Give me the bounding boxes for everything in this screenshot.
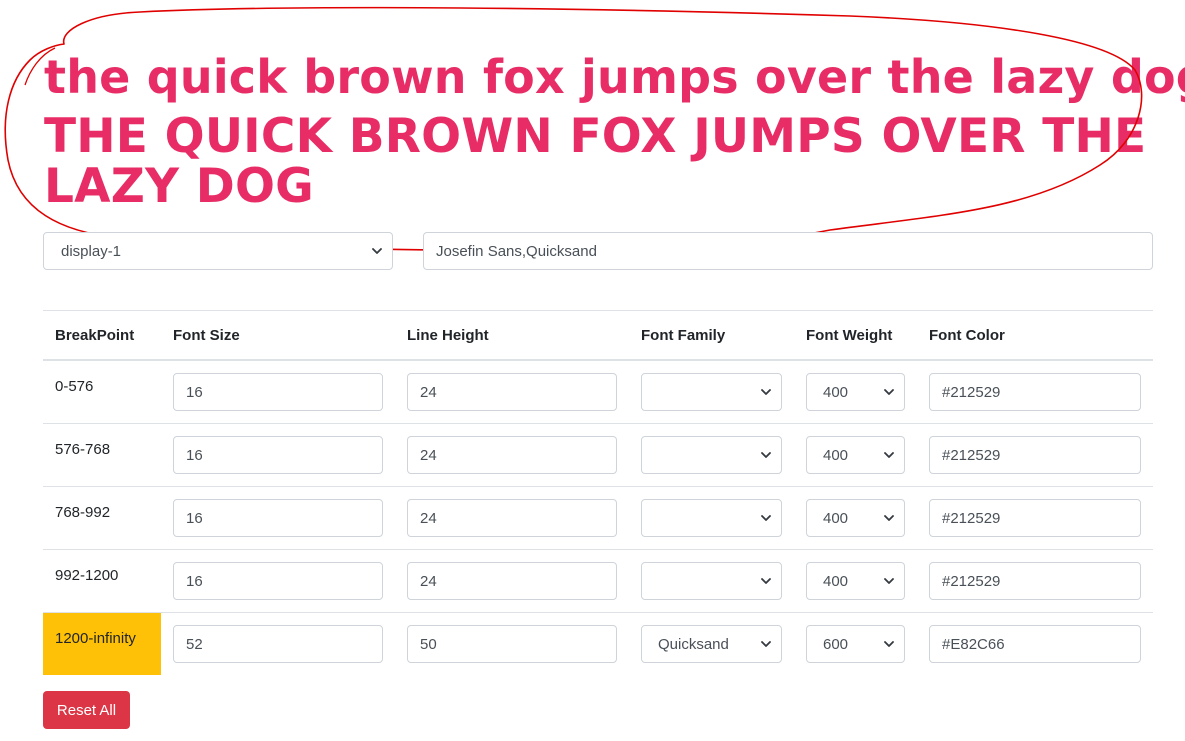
chevron-down-icon xyxy=(884,515,894,521)
font-families-input[interactable]: Josefin Sans,Quicksand xyxy=(423,232,1153,270)
font-weight-value: 600 xyxy=(823,635,849,653)
font-family-select[interactable] xyxy=(641,436,782,474)
font-color-value: #E82C66 xyxy=(942,635,1005,653)
chevron-down-icon xyxy=(761,389,771,395)
font-size-input[interactable]: 16 xyxy=(173,436,383,474)
header-line-height: Line Height xyxy=(407,327,489,344)
chevron-down-icon xyxy=(884,641,894,647)
header-font-family: Font Family xyxy=(641,327,726,344)
header-font-color: Font Color xyxy=(929,327,1005,344)
line-height-value: 24 xyxy=(420,446,437,464)
line-height-input[interactable]: 50 xyxy=(407,625,617,663)
breakpoint-cell: 576-768 xyxy=(55,441,111,458)
font-family-select[interactable] xyxy=(641,499,782,537)
font-weight-value: 400 xyxy=(823,572,849,590)
font-size-value: 16 xyxy=(186,572,203,590)
header-font-weight: Font Weight xyxy=(806,327,893,344)
font-size-value: 52 xyxy=(186,635,203,653)
breakpoint-cell: 992-1200 xyxy=(55,567,119,584)
font-weight-select[interactable]: 400 xyxy=(806,373,905,411)
row-divider xyxy=(43,549,1153,550)
row-divider xyxy=(43,486,1153,487)
line-height-value: 24 xyxy=(420,572,437,590)
chevron-down-icon xyxy=(884,452,894,458)
font-size-input[interactable]: 52 xyxy=(173,625,383,663)
font-weight-value: 400 xyxy=(823,383,849,401)
line-height-value: 24 xyxy=(420,509,437,527)
reset-all-button[interactable]: Reset All xyxy=(43,691,130,729)
style-select[interactable]: display-1 xyxy=(43,232,393,270)
font-color-input[interactable]: #212529 xyxy=(929,499,1141,537)
breakpoint-cell: 0-576 xyxy=(55,378,94,395)
row-divider xyxy=(43,612,1153,613)
header-font-size: Font Size xyxy=(173,327,240,344)
chevron-down-icon xyxy=(761,578,771,584)
line-height-input[interactable]: 24 xyxy=(407,562,617,600)
chevron-down-icon xyxy=(884,578,894,584)
line-height-input[interactable]: 24 xyxy=(407,373,617,411)
typography-preview: the quick brown fox jumps over the lazy … xyxy=(44,50,1185,214)
chevron-down-icon xyxy=(372,248,382,254)
font-families-value: Josefin Sans,Quicksand xyxy=(436,242,597,260)
font-weight-select[interactable]: 400 xyxy=(806,562,905,600)
breakpoint-cell: 768-992 xyxy=(55,504,111,521)
font-size-value: 16 xyxy=(186,383,203,401)
font-color-value: #212529 xyxy=(942,509,1001,527)
font-color-value: #212529 xyxy=(942,446,1001,464)
style-select-value: display-1 xyxy=(61,242,122,260)
font-color-value: #212529 xyxy=(942,383,1001,401)
line-height-value: 24 xyxy=(420,383,437,401)
font-family-select[interactable] xyxy=(641,562,782,600)
font-size-value: 16 xyxy=(186,446,203,464)
font-color-value: #212529 xyxy=(942,572,1001,590)
font-family-select[interactable] xyxy=(641,373,782,411)
font-family-select[interactable]: Quicksand xyxy=(641,625,782,663)
preview-uppercase-text: THE QUICK BROWN FOX JUMPS OVER THE LAZY … xyxy=(44,109,1147,214)
font-weight-select[interactable]: 600 xyxy=(806,625,905,663)
font-weight-select[interactable]: 400 xyxy=(806,499,905,537)
preview-lowercase-text: the quick brown fox jumps over the lazy … xyxy=(44,50,1185,104)
font-color-input[interactable]: #212529 xyxy=(929,373,1141,411)
chevron-down-icon xyxy=(761,515,771,521)
chevron-down-icon xyxy=(761,452,771,458)
font-weight-value: 400 xyxy=(823,446,849,464)
font-family-value: Quicksand xyxy=(658,635,729,653)
line-height-value: 50 xyxy=(420,635,437,653)
font-size-input[interactable]: 16 xyxy=(173,373,383,411)
header-bottom-border xyxy=(43,359,1153,361)
font-size-input[interactable]: 16 xyxy=(173,499,383,537)
header-breakpoint: BreakPoint xyxy=(55,327,135,344)
font-size-value: 16 xyxy=(186,509,203,527)
row-divider xyxy=(43,423,1153,424)
typography-editor: the quick brown fox jumps over the lazy … xyxy=(0,0,1185,741)
breakpoint-cell-active: 1200-infinity xyxy=(43,613,161,675)
line-height-input[interactable]: 24 xyxy=(407,436,617,474)
font-color-input[interactable]: #E82C66 xyxy=(929,625,1141,663)
chevron-down-icon xyxy=(884,389,894,395)
font-weight-select[interactable]: 400 xyxy=(806,436,905,474)
font-color-input[interactable]: #212529 xyxy=(929,436,1141,474)
font-weight-value: 400 xyxy=(823,509,849,527)
line-height-input[interactable]: 24 xyxy=(407,499,617,537)
chevron-down-icon xyxy=(761,641,771,647)
font-size-input[interactable]: 16 xyxy=(173,562,383,600)
font-color-input[interactable]: #212529 xyxy=(929,562,1141,600)
table-top-border xyxy=(43,310,1153,311)
